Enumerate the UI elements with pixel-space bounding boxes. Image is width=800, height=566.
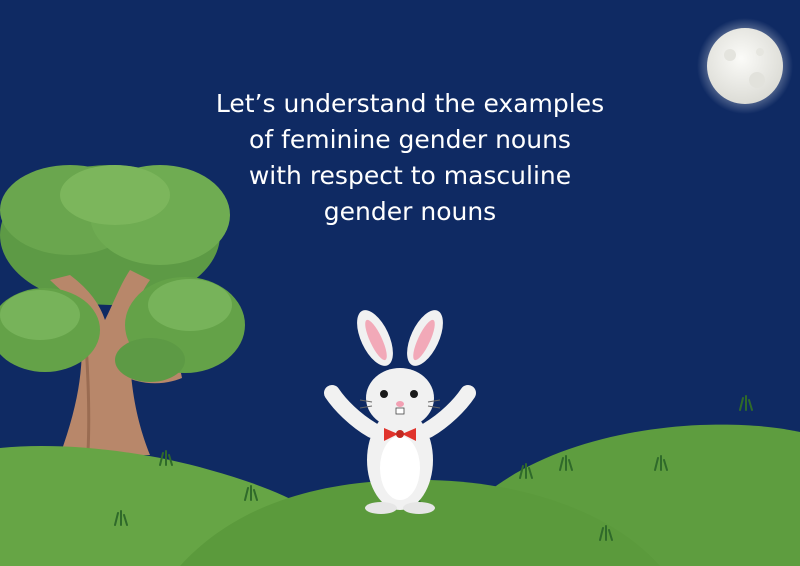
heading-line-3: with respect to masculine [248,161,572,190]
heading-line-4: gender nouns [323,197,497,226]
heading-line-1: Let’s understand the examples [215,89,605,118]
page-heading: Let’s understand the examples of feminin… [150,86,670,230]
heading-line-2: of feminine gender nouns [249,125,571,154]
moon [697,18,793,114]
night-scene [0,18,800,566]
